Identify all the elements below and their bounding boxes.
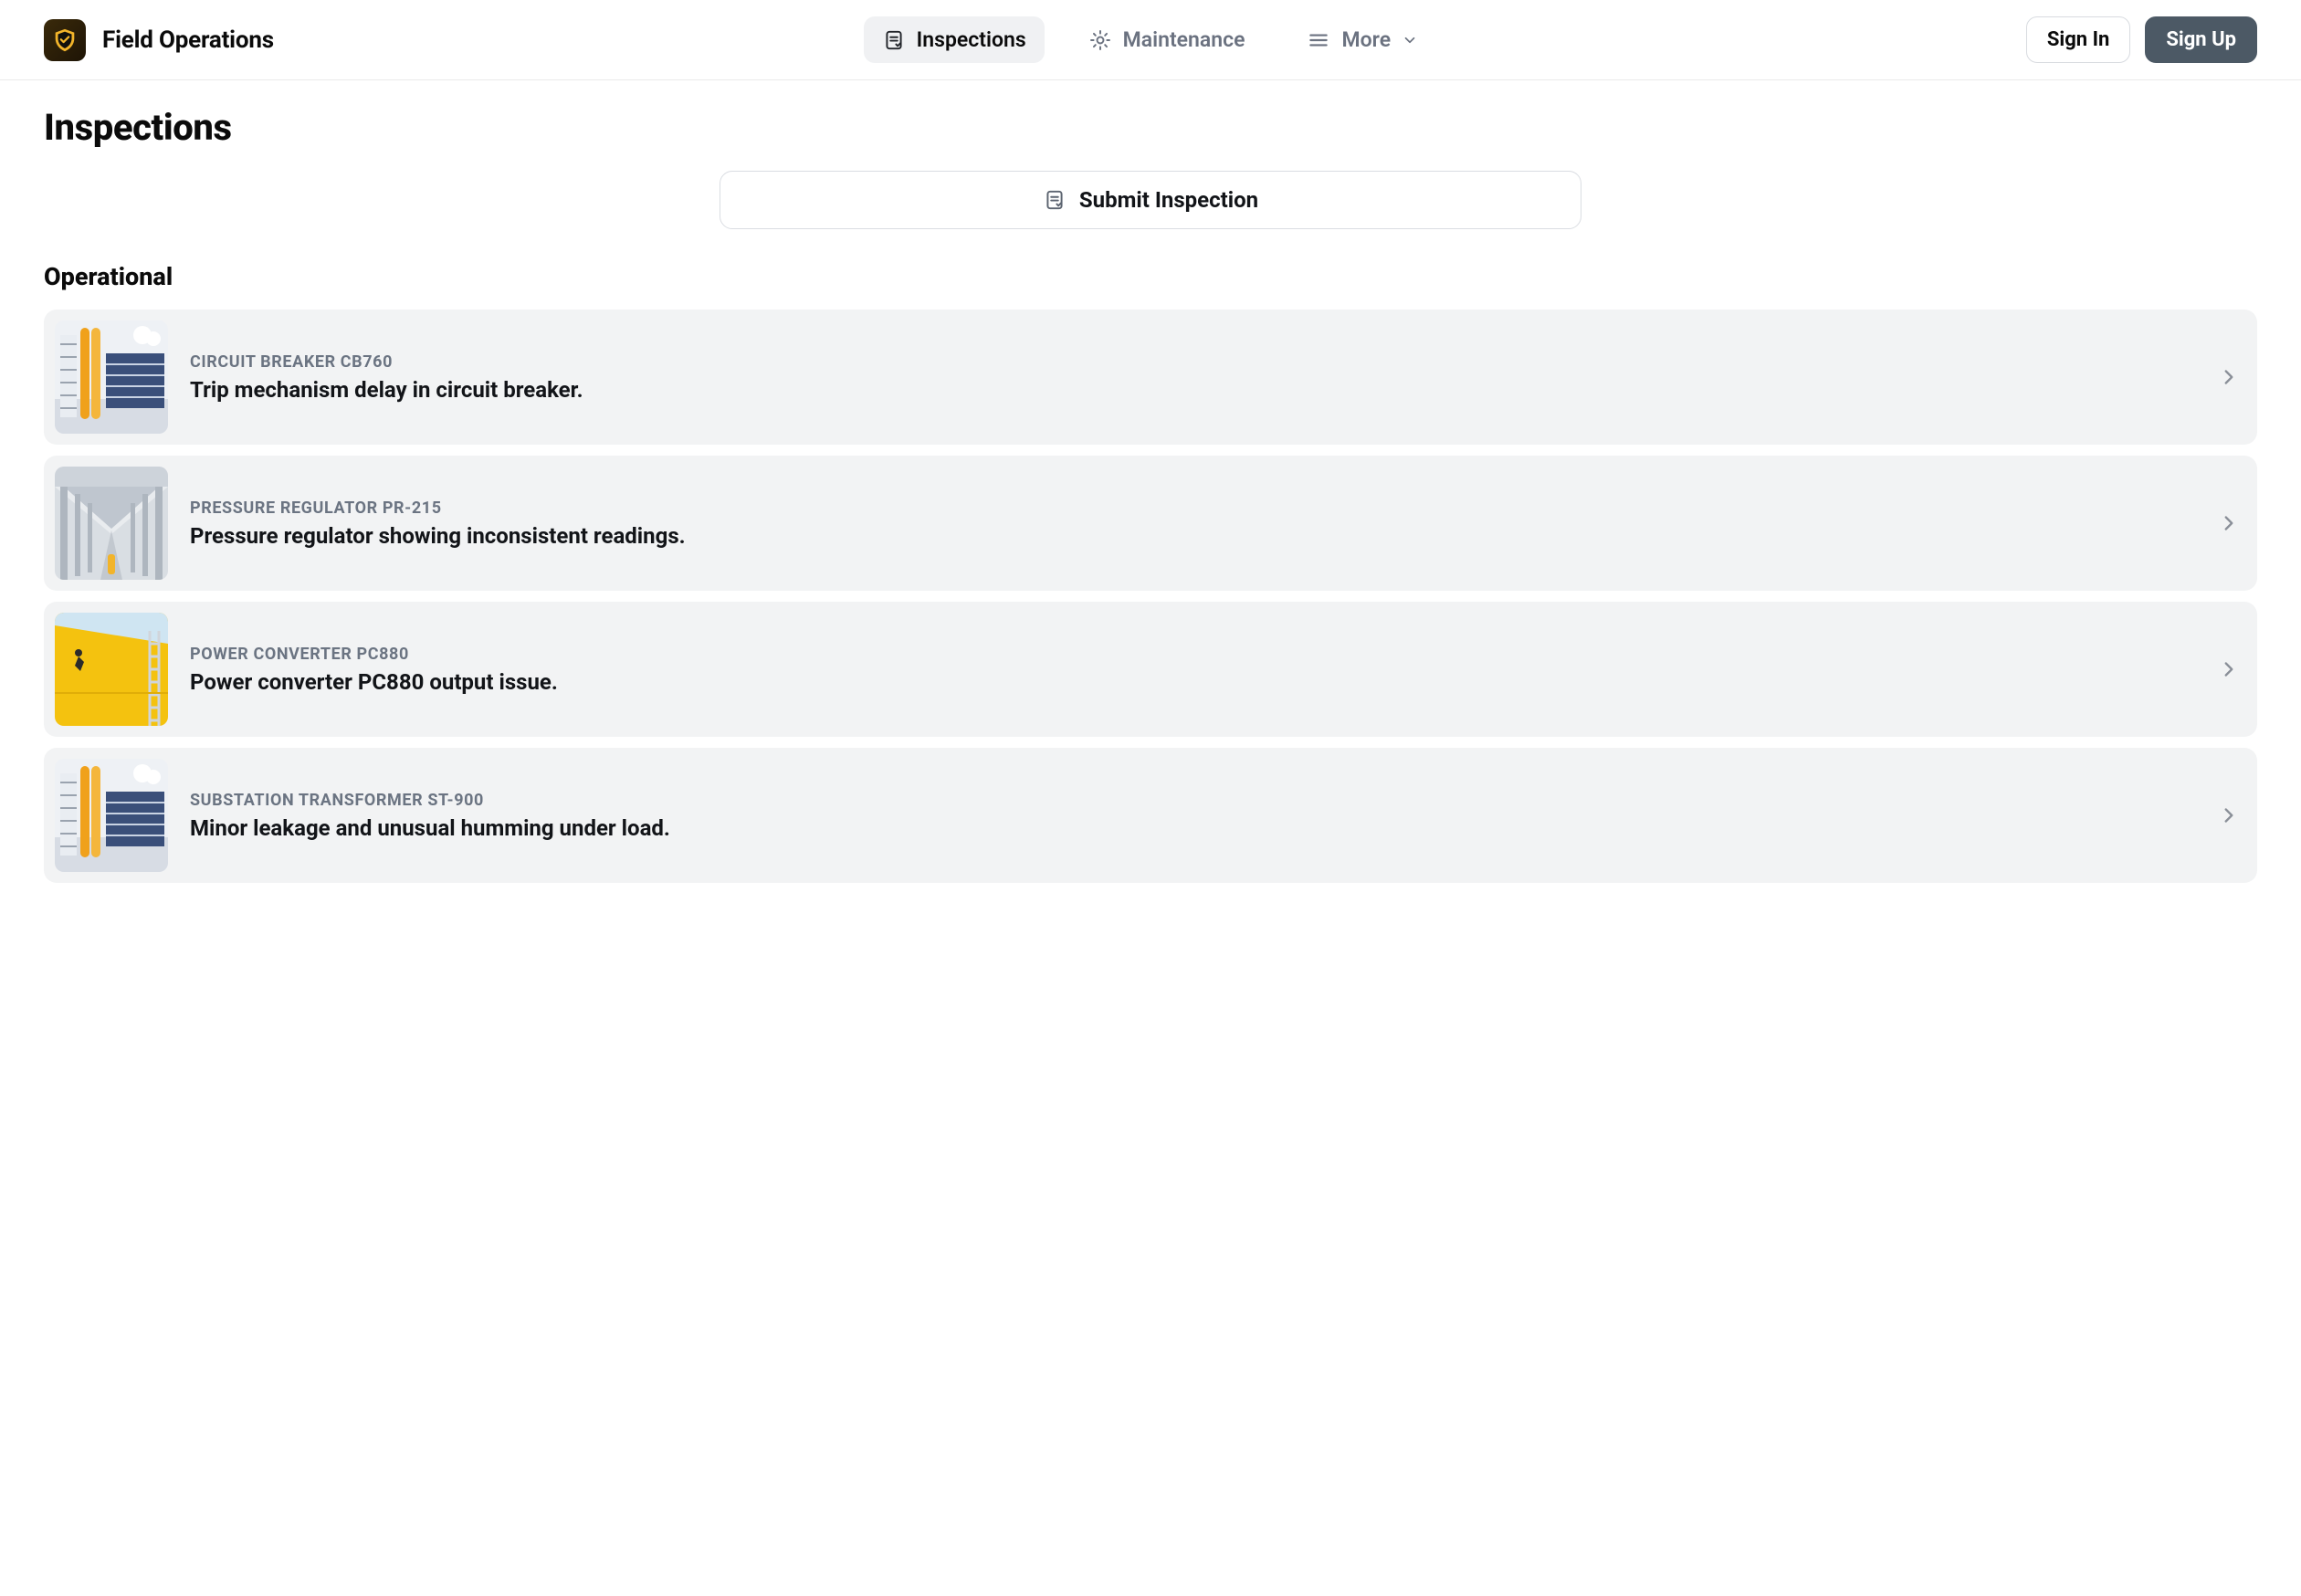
chevron-right-icon bbox=[2217, 511, 2241, 535]
chevron-right-icon bbox=[2217, 657, 2241, 681]
inspection-card[interactable]: SUBSTATION TRANSFORMER ST-900 Minor leaka… bbox=[44, 748, 2257, 883]
clipboard-check-icon bbox=[882, 28, 906, 52]
inspection-equipment: PRESSURE REGULATOR PR-215 bbox=[190, 499, 2195, 518]
page-body: Inspections Submit Inspection Operationa… bbox=[0, 80, 2301, 938]
app-header: Field Operations Inspections Maintenance… bbox=[0, 0, 2301, 80]
chevron-right-icon bbox=[2217, 803, 2241, 827]
inspection-equipment: POWER CONVERTER PC880 bbox=[190, 645, 2195, 664]
header-left: Field Operations bbox=[44, 19, 274, 61]
nav-inspections-label: Inspections bbox=[917, 27, 1026, 52]
inspection-card[interactable]: PRESSURE REGULATOR PR-215 Pressure regula… bbox=[44, 456, 2257, 591]
sign-up-button[interactable]: Sign Up bbox=[2145, 16, 2257, 63]
header-right: Sign In Sign Up bbox=[2026, 16, 2257, 63]
inspection-thumbnail bbox=[55, 467, 168, 580]
inspection-equipment: SUBSTATION TRANSFORMER ST-900 bbox=[190, 791, 2195, 810]
inspection-description: Pressure regulator showing inconsistent … bbox=[190, 523, 2195, 549]
inspection-thumbnail bbox=[55, 320, 168, 434]
inspection-thumbnail bbox=[55, 613, 168, 726]
inspection-card-body: CIRCUIT BREAKER CB760 Trip mechanism dela… bbox=[190, 352, 2195, 403]
nav-maintenance-label: Maintenance bbox=[1123, 27, 1245, 52]
primary-nav: Inspections Maintenance More bbox=[296, 16, 2004, 63]
app-logo[interactable] bbox=[44, 19, 86, 61]
nav-more[interactable]: More bbox=[1288, 16, 1436, 63]
inspection-thumbnail bbox=[55, 759, 168, 872]
inspection-description: Power converter PC880 output issue. bbox=[190, 669, 2195, 695]
inspection-card-body: SUBSTATION TRANSFORMER ST-900 Minor leaka… bbox=[190, 791, 2195, 841]
nav-more-label: More bbox=[1341, 27, 1391, 52]
nav-inspections[interactable]: Inspections bbox=[864, 16, 1045, 63]
inspection-description: Trip mechanism delay in circuit breaker. bbox=[190, 377, 2195, 403]
brand-name: Field Operations bbox=[102, 26, 274, 54]
page-title: Inspections bbox=[44, 106, 2257, 149]
sign-up-label: Sign Up bbox=[2166, 28, 2236, 51]
inspection-list: CIRCUIT BREAKER CB760 Trip mechanism dela… bbox=[44, 310, 2257, 883]
sign-in-label: Sign In bbox=[2047, 28, 2110, 51]
inspection-card[interactable]: POWER CONVERTER PC880 Power converter PC8… bbox=[44, 602, 2257, 737]
chevron-down-icon bbox=[1402, 32, 1418, 48]
inspection-description: Minor leakage and unusual humming under … bbox=[190, 815, 2195, 841]
submit-bar: Submit Inspection bbox=[44, 171, 2257, 229]
submit-inspection-label: Submit Inspection bbox=[1079, 187, 1258, 213]
shield-check-icon bbox=[51, 26, 79, 54]
inspection-equipment: CIRCUIT BREAKER CB760 bbox=[190, 352, 2195, 372]
sign-in-button[interactable]: Sign In bbox=[2026, 16, 2131, 63]
inspection-card-body: POWER CONVERTER PC880 Power converter PC8… bbox=[190, 645, 2195, 695]
gear-icon bbox=[1088, 28, 1112, 52]
clipboard-check-icon bbox=[1043, 188, 1066, 212]
menu-icon bbox=[1307, 28, 1330, 52]
inspection-card[interactable]: CIRCUIT BREAKER CB760 Trip mechanism dela… bbox=[44, 310, 2257, 445]
chevron-right-icon bbox=[2217, 365, 2241, 389]
nav-maintenance[interactable]: Maintenance bbox=[1070, 16, 1264, 63]
inspection-card-body: PRESSURE REGULATOR PR-215 Pressure regula… bbox=[190, 499, 2195, 549]
submit-inspection-button[interactable]: Submit Inspection bbox=[720, 171, 1581, 229]
section-title-operational: Operational bbox=[44, 262, 2257, 291]
